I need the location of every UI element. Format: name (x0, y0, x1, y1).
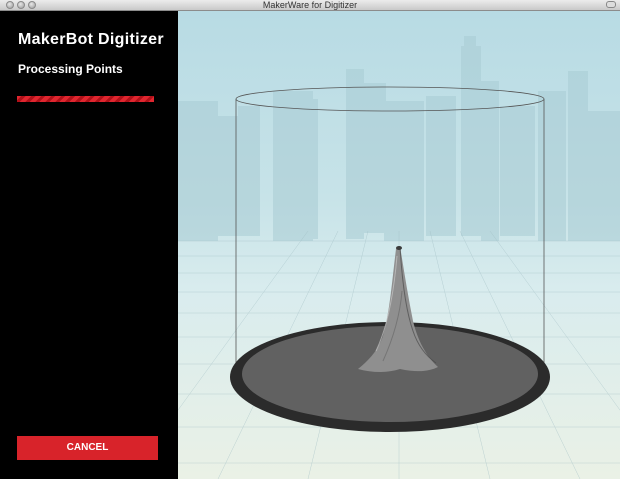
progress-bar (17, 96, 154, 102)
status-text: Processing Points (18, 62, 123, 76)
title-bar: MakerWare for Digitizer (0, 0, 620, 11)
app-window: MakerWare for Digitizer MakerBot Digitiz… (0, 0, 620, 479)
window-title: MakerWare for Digitizer (262, 0, 358, 10)
brand-logo: MakerBot Digitizer (18, 31, 164, 48)
cancel-button[interactable]: CANCEL (17, 436, 158, 460)
toolbar-toggle-icon[interactable] (606, 1, 616, 8)
scan-scene (178, 36, 620, 479)
progress-bar-fill (17, 96, 154, 102)
skyline-backdrop (178, 36, 620, 241)
sidebar: MakerBot Digitizer Processing Points CAN… (0, 11, 177, 479)
3d-viewport[interactable] (178, 11, 620, 479)
